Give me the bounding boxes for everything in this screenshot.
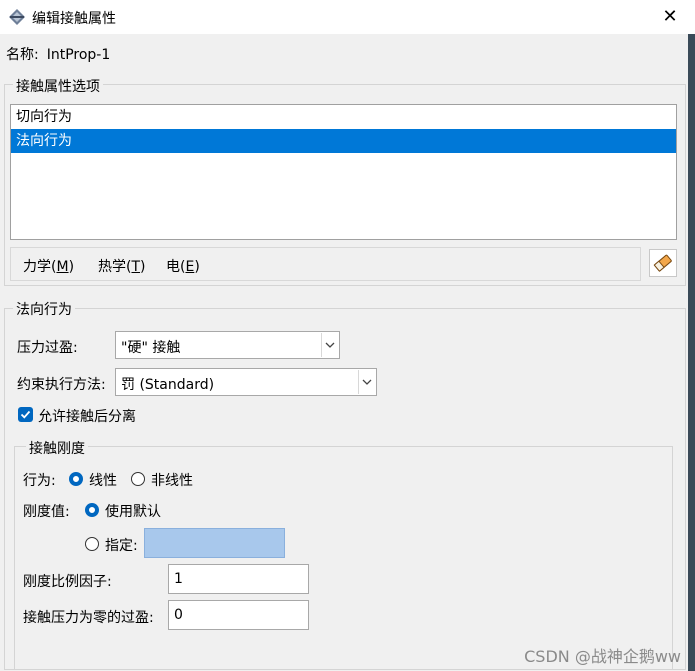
- behavior-nonlinear-radio[interactable]: [131, 472, 145, 486]
- pressure-overclosure-label: 压力过盈:: [17, 340, 78, 356]
- behavior-nonlinear-label: 非线性: [151, 473, 193, 489]
- chevron-down-icon: [358, 370, 375, 394]
- menu-mechanical[interactable]: 力学(M): [23, 256, 74, 276]
- eraser-icon: [653, 254, 672, 272]
- specify-label: 指定:: [105, 538, 138, 554]
- contact-options-list[interactable]: 切向行为 法向行为: [10, 104, 677, 240]
- name-row: 名称: IntProp-1: [6, 44, 110, 64]
- chevron-down-icon: [321, 333, 338, 357]
- list-item-tangential[interactable]: 切向行为: [11, 105, 676, 129]
- background-window-strip: [688, 34, 695, 671]
- options-menubar: 力学(M) 热学(T) 电(E): [10, 247, 641, 281]
- behavior-linear-label: 线性: [89, 473, 117, 489]
- zero-pressure-clearance-value: 0: [174, 607, 183, 623]
- use-default-label: 使用默认: [105, 504, 161, 520]
- zero-pressure-clearance-field[interactable]: 0: [168, 600, 309, 630]
- scale-factor-value: 1: [174, 571, 183, 587]
- pressure-overclosure-value: "硬" 接触: [121, 340, 181, 356]
- checkmark-icon: [20, 410, 31, 419]
- title-bar: 编辑接触属性 ✕: [0, 0, 695, 34]
- allow-separation-label: 允许接触后分离: [38, 409, 136, 425]
- contact-stiffness-group-title: 接触刚度: [26, 438, 88, 458]
- use-default-radio[interactable]: [85, 503, 99, 517]
- scale-factor-label: 刚度比例因子:: [23, 574, 112, 590]
- close-button[interactable]: ✕: [657, 4, 683, 30]
- zero-pressure-clearance-label: 接触压力为零的过盈:: [23, 610, 154, 626]
- menu-thermal[interactable]: 热学(T): [98, 256, 146, 276]
- delete-behavior-button[interactable]: [649, 249, 677, 277]
- name-value: IntProp-1: [46, 47, 111, 63]
- name-label: 名称:: [6, 47, 39, 63]
- specify-radio[interactable]: [85, 537, 99, 551]
- behavior-label: 行为:: [23, 473, 56, 489]
- constraint-method-label: 约束执行方法:: [17, 377, 106, 393]
- scale-factor-field[interactable]: 1: [168, 564, 309, 594]
- close-icon: ✕: [662, 6, 678, 27]
- app-icon: [9, 9, 25, 25]
- window-title: 编辑接触属性: [32, 11, 116, 27]
- constraint-method-value: 罚 (Standard): [121, 377, 215, 393]
- constraint-method-select[interactable]: 罚 (Standard): [115, 368, 377, 396]
- behavior-linear-radio[interactable]: [69, 472, 83, 486]
- watermark: CSDN @战神企鹅ww: [524, 647, 681, 666]
- contact-options-group-title: 接触属性选项: [13, 76, 103, 96]
- list-item-normal[interactable]: 法向行为: [11, 129, 676, 153]
- menu-electrical[interactable]: 电(E): [166, 256, 200, 276]
- stiffness-value-label: 刚度值:: [23, 504, 70, 520]
- pressure-overclosure-select[interactable]: "硬" 接触: [115, 331, 340, 359]
- normal-behavior-group-title: 法向行为: [13, 299, 75, 319]
- allow-separation-checkbox[interactable]: [18, 407, 33, 422]
- specify-stiffness-field[interactable]: [144, 528, 285, 558]
